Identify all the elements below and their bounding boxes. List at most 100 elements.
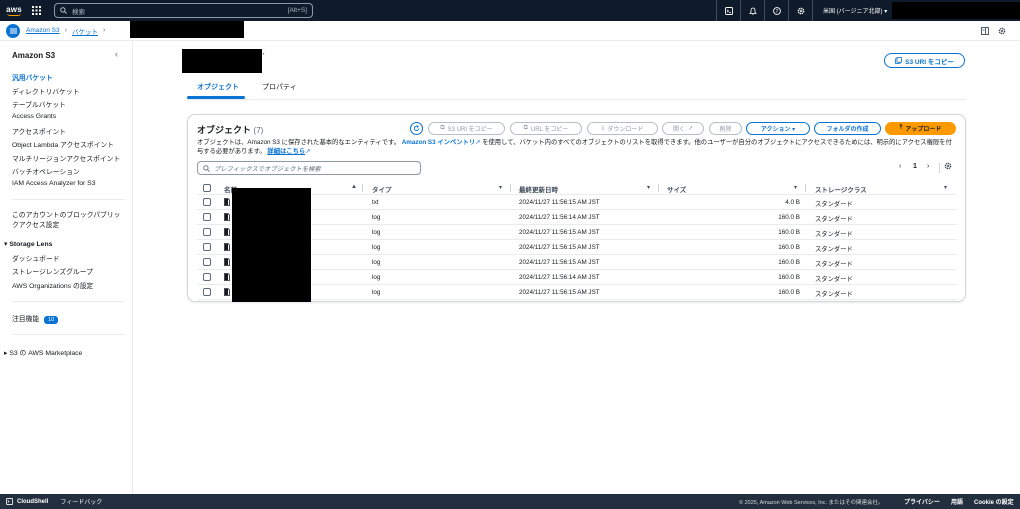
sidebar-item-storage-lens-groups[interactable]: ストレージレンズグループ (12, 266, 93, 276)
sidebar-item-block-public-access[interactable]: このアカウントのブロックパブリックアクセス設定 (12, 211, 122, 231)
download-button[interactable]: ⤓ ダウンロード (587, 122, 658, 135)
cell-type: log (372, 289, 381, 296)
sort-icon[interactable]: ▾ (499, 184, 502, 191)
global-search-input[interactable]: 検索 [Alt+S] (54, 3, 313, 18)
breadcrumb-buckets[interactable]: バケット (72, 26, 98, 36)
gear-icon[interactable] (788, 0, 812, 21)
create-folder-button-label: フォルダの作成 (826, 127, 869, 133)
row-checkbox[interactable] (203, 258, 211, 266)
sidebar-item-table-buckets[interactable]: テーブルバケット (12, 99, 66, 109)
pager-divider (939, 163, 940, 173)
file-icon (224, 273, 230, 283)
upload-button[interactable]: ⤒ アップロード (885, 122, 956, 135)
storage-lens-section[interactable]: ▾ Storage Lens (4, 240, 52, 248)
refresh-icon (413, 125, 420, 132)
close-sidebar-icon[interactable]: ‹ (115, 49, 118, 59)
table-row[interactable]: log 2024/11/27 11:56:15 AM JST 160.0 B スタンダ… (197, 225, 957, 240)
cell-last-modified: 2024/11/27 11:56:15 AM JST (519, 259, 600, 266)
inventory-link[interactable]: Amazon S3 インベントリ (402, 139, 475, 146)
table-row[interactable]: txt 2024/11/27 11:56:15 AM JST 4.0 B スタンダード (197, 195, 957, 210)
sidebar-item-organizations-settings[interactable]: AWS Organizations の設定 (12, 280, 93, 290)
select-all-checkbox[interactable] (203, 184, 211, 192)
settings-panel-icon[interactable] (998, 27, 1006, 37)
table-row[interactable]: log 2024/11/27 11:56:14 AM JST 160.0 B スタンダ… (197, 270, 957, 285)
footer-terms-link[interactable]: 用語 (951, 497, 963, 506)
row-checkbox[interactable] (203, 273, 211, 281)
previous-page-icon[interactable]: ‹ (899, 163, 901, 170)
cell-storage-class: スタンダード (815, 216, 853, 223)
breadcrumb-bar: Amazon S3 › バケット › (0, 21, 1020, 41)
cell-size: 160.0 B (778, 289, 800, 296)
footer-cookie-settings-link[interactable]: Cookie の設定 (974, 497, 1014, 506)
column-header-size[interactable]: サイズ (667, 184, 686, 194)
row-checkbox[interactable] (203, 198, 211, 206)
sort-ascending-icon[interactable]: ▲ (351, 184, 357, 190)
column-header-storage-class[interactable]: ストレージクラス (815, 184, 867, 194)
row-checkbox[interactable] (203, 243, 211, 251)
sort-icon[interactable]: ▾ (647, 184, 650, 191)
next-page-icon[interactable]: › (927, 163, 929, 170)
row-checkbox[interactable] (203, 288, 211, 296)
column-header-type[interactable]: タイプ (372, 184, 392, 194)
copy-s3-uri-header-button[interactable]: S3 URI をコピー (884, 53, 965, 68)
sidebar-item-dashboard[interactable]: ダッシュボード (12, 253, 60, 263)
cell-storage-class: スタンダード (815, 261, 853, 268)
learn-more-link[interactable]: 詳細はこちら (267, 148, 305, 155)
row-checkbox[interactable] (203, 213, 211, 221)
table-row[interactable]: log 2024/11/27 11:56:15 AM JST 160.0 B スタンダ… (197, 240, 957, 255)
services-grid-icon[interactable] (28, 0, 44, 21)
sidebar-item-batch-operations[interactable]: バッチオペレーション (12, 166, 80, 176)
tab-objects[interactable]: オブジェクト (197, 82, 239, 92)
menu-toggle-button[interactable] (6, 23, 20, 38)
table-row[interactable]: log 2024/11/27 11:56:15 AM JST 160.0 B スタンダ… (197, 285, 957, 300)
footer-cloudshell-link[interactable]: CloudShell (17, 499, 48, 505)
column-separator (658, 184, 659, 192)
page-number[interactable]: 1 (913, 163, 917, 170)
breadcrumb-amazon-s3[interactable]: Amazon S3 (26, 27, 60, 34)
marketplace-label: S3 の AWS Marketplace (9, 350, 83, 357)
featured-count-badge: 10 (44, 316, 59, 324)
prefix-search-input[interactable]: プレフィックスでオブジェクトを検索 (197, 161, 421, 175)
refresh-button[interactable] (410, 122, 423, 135)
sort-icon[interactable]: ▾ (944, 184, 947, 191)
tab-properties[interactable]: プロパティ (262, 82, 297, 92)
sidebar-item-access-grants[interactable]: Access Grants (12, 113, 56, 120)
file-icon (224, 228, 230, 238)
notifications-panel-icon[interactable] (981, 27, 989, 37)
table-settings-icon[interactable] (944, 162, 952, 172)
cell-storage-class: スタンダード (815, 291, 853, 298)
sidebar-item-iam-access-analyzer[interactable]: IAM Access Analyzer for S3 (12, 180, 95, 187)
open-button[interactable]: 開く ↗ (662, 122, 704, 135)
help-icon[interactable]: ? (764, 0, 788, 21)
table-header: 名前 ▲ タイプ ▾ 最終更新日時 ▾ サイズ ▾ ストレージクラス ▾ (197, 181, 957, 195)
upload-icon: ⤒ (899, 125, 903, 131)
row-checkbox[interactable] (203, 228, 211, 236)
file-icon (224, 258, 230, 268)
actions-dropdown-button[interactable]: アクション ▾ (746, 122, 810, 135)
prefix-search-placeholder: プレフィックスでオブジェクトを検索 (214, 165, 321, 173)
table-row[interactable]: log 2024/11/27 11:56:14 AM JST 160.0 B スタンダ… (197, 210, 957, 225)
table-row[interactable]: log 2024/11/27 11:56:15 AM JST 160.0 B スタンダ… (197, 255, 957, 270)
cloudshell-icon[interactable] (716, 0, 740, 21)
footer-privacy-link[interactable]: プライバシー (904, 497, 940, 506)
copy-s3-uri-button[interactable]: ⧉ S3 URI をコピー (428, 122, 505, 135)
sidebar-item-object-lambda[interactable]: Object Lambda アクセスポイント (12, 139, 114, 149)
sidebar-item-marketplace[interactable]: ▸ S3 の AWS Marketplace (4, 347, 82, 357)
sidebar-item-general-buckets[interactable]: 汎用バケット (12, 72, 53, 82)
search-icon (203, 164, 210, 172)
sidebar-item-directory-buckets[interactable]: ディレクトリバケット (12, 86, 80, 96)
column-header-last-modified[interactable]: 最終更新日時 (519, 184, 558, 194)
aws-logo[interactable]: aws (0, 0, 28, 21)
region-selector[interactable]: 米国 (バージニア北部) ▾ (812, 0, 897, 21)
create-folder-button[interactable]: フォルダの作成 (814, 122, 881, 135)
sidebar-item-access-points[interactable]: アクセスポイント (12, 126, 66, 136)
footer-feedback-link[interactable]: フィードバック (60, 497, 102, 506)
bell-icon[interactable] (740, 0, 764, 21)
copy-url-button[interactable]: ⧉ URL をコピー (510, 122, 582, 135)
sidebar-item-multi-region[interactable]: マルチリージョンアクセスポイント (12, 153, 120, 163)
sort-icon[interactable]: ▾ (794, 184, 797, 191)
cell-last-modified: 2024/11/27 11:56:15 AM JST (519, 244, 600, 251)
cloudshell-icon[interactable] (6, 498, 13, 505)
sidebar-item-featured[interactable]: 注目機能 10 (12, 313, 59, 324)
delete-button[interactable]: 削除 (709, 122, 742, 135)
